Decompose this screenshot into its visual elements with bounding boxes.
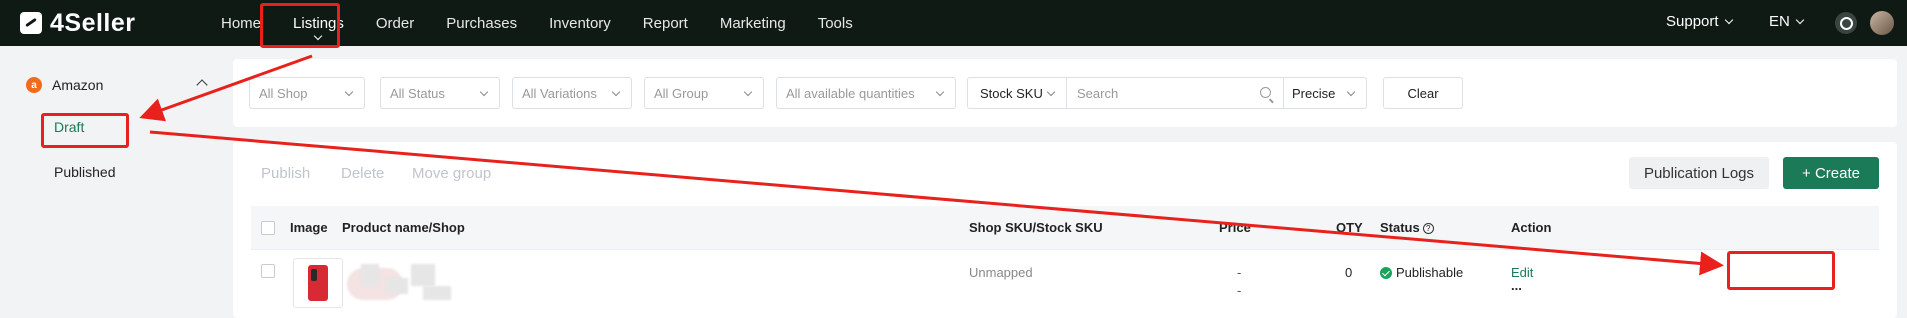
col-sku: Shop SKU/Stock SKU — [969, 220, 1103, 235]
col-product: Product name/Shop — [342, 220, 465, 235]
help-icon[interactable]: ? — [1422, 223, 1434, 234]
sidebar-group-label: Amazon — [52, 77, 104, 93]
row-checkbox[interactable] — [261, 264, 275, 278]
product-thumbnail[interactable] — [293, 258, 343, 308]
nav-order-label: Order — [375, 14, 415, 32]
user-avatar[interactable] — [1870, 11, 1894, 35]
sidebar-group-amazon[interactable]: a Amazon — [26, 77, 208, 93]
blurred-block — [423, 286, 451, 300]
move-group-button[interactable]: Move group — [412, 165, 491, 182]
delete-button[interactable]: Delete — [341, 165, 384, 182]
search-field-select[interactable]: Stock SKU — [967, 77, 1067, 109]
settings-gear-icon[interactable] — [1835, 12, 1857, 34]
amazon-icon: a — [26, 77, 42, 93]
chevron-down-icon — [1724, 15, 1733, 24]
price-value-2: - — [1237, 283, 1242, 298]
sku-value: Unmapped — [969, 265, 1033, 280]
quantities-select[interactable]: All available quantities — [776, 77, 956, 109]
variations-select-value: All Variations — [522, 85, 597, 101]
blurred-block — [361, 264, 379, 286]
sidebar-item-draft[interactable]: Draft — [54, 119, 84, 135]
status-badge: Publishable — [1380, 265, 1463, 280]
support-menu[interactable]: Support — [1666, 13, 1733, 30]
nav-order[interactable]: Order — [360, 0, 430, 46]
nav-listings-label: Listings — [293, 14, 344, 32]
group-select[interactable]: All Group — [644, 77, 764, 109]
search-placeholder: Search — [1077, 85, 1119, 101]
more-actions-icon[interactable]: ... — [1511, 278, 1522, 293]
nav-purchases-label: Purchases — [446, 14, 518, 32]
chevron-down-icon — [743, 87, 753, 97]
sidebar-item-published[interactable]: Published — [54, 164, 116, 180]
group-select-value: All Group — [654, 85, 709, 101]
price-value: - — [1237, 265, 1242, 280]
chevron-down-icon — [314, 31, 323, 41]
search-icon[interactable] — [1260, 87, 1271, 98]
status-select[interactable]: All Status — [380, 77, 500, 109]
phone-case-image — [308, 265, 328, 301]
search-input[interactable]: Search — [1067, 77, 1284, 109]
support-label: Support — [1666, 13, 1719, 30]
publication-logs-button[interactable]: Publication Logs — [1629, 157, 1769, 189]
listings-card: Publish Delete Move group Publication Lo… — [233, 142, 1897, 318]
chevron-down-icon — [1046, 87, 1056, 97]
chevron-down-icon — [344, 87, 354, 97]
filter-bar: All Shop All Status All Variations All G… — [233, 59, 1897, 127]
logo-bag-icon — [20, 12, 42, 34]
col-price: Price — [1219, 220, 1251, 235]
chevron-down-icon — [1346, 87, 1356, 97]
nav-inventory-label: Inventory — [549, 14, 611, 32]
qty-value: 0 — [1345, 265, 1353, 280]
logo-text: 4Seller — [50, 8, 136, 37]
nav-report-label: Report — [642, 14, 688, 32]
match-mode-value: Precise — [1292, 85, 1336, 101]
shop-select[interactable]: All Shop — [249, 77, 365, 109]
chevron-up-icon[interactable] — [196, 79, 208, 91]
sidebar: a Amazon Draft Published — [0, 46, 228, 318]
col-status-label: Status — [1380, 220, 1420, 235]
language-menu[interactable]: EN — [1769, 13, 1805, 30]
check-circle-icon — [1380, 267, 1392, 279]
top-navbar: 4Seller Home Listings Order Purchases In… — [0, 0, 1907, 46]
col-qty: QTY — [1336, 220, 1363, 235]
search-group: Stock SKU Search Precise — [967, 77, 1367, 109]
chevron-down-icon — [479, 87, 489, 97]
app-logo[interactable]: 4Seller — [20, 9, 180, 38]
search-field-value: Stock SKU — [980, 85, 1043, 101]
nav-purchases[interactable]: Purchases — [430, 0, 533, 46]
create-button[interactable]: + Create — [1783, 157, 1879, 189]
main-nav: Home Listings Order Purchases Inventory … — [205, 0, 869, 46]
nav-report[interactable]: Report — [627, 0, 704, 46]
col-action: Action — [1511, 220, 1552, 235]
quantities-select-value: All available quantities — [786, 85, 915, 101]
publish-button[interactable]: Publish — [261, 165, 310, 182]
col-image: Image — [290, 220, 328, 235]
status-text: Publishable — [1396, 265, 1464, 280]
status-select-value: All Status — [390, 85, 445, 101]
nav-home-label: Home — [221, 14, 262, 32]
chevron-down-icon — [935, 87, 945, 97]
nav-tools-label: Tools — [817, 14, 853, 32]
nav-listings[interactable]: Listings — [277, 0, 360, 46]
chevron-down-icon — [1795, 15, 1805, 24]
chevron-down-icon — [611, 87, 621, 97]
col-status: Status? — [1380, 220, 1434, 235]
match-mode-select[interactable]: Precise — [1284, 77, 1367, 109]
nav-marketing[interactable]: Marketing — [704, 0, 802, 46]
table-header: Image Product name/Shop Shop SKU/Stock S… — [251, 206, 1879, 250]
variations-select[interactable]: All Variations — [512, 77, 632, 109]
blurred-block — [411, 264, 435, 286]
nav-home[interactable]: Home — [205, 0, 277, 46]
nav-marketing-label: Marketing — [719, 14, 786, 32]
clear-button[interactable]: Clear — [1383, 77, 1463, 109]
nav-inventory[interactable]: Inventory — [533, 0, 627, 46]
shop-select-value: All Shop — [259, 85, 308, 101]
nav-tools[interactable]: Tools — [802, 0, 869, 46]
language-label: EN — [1769, 13, 1790, 30]
select-all-checkbox[interactable] — [261, 221, 275, 235]
table-row: Unmapped - - 0 Publishable Edit ... — [251, 250, 1879, 318]
blurred-block — [386, 278, 408, 294]
